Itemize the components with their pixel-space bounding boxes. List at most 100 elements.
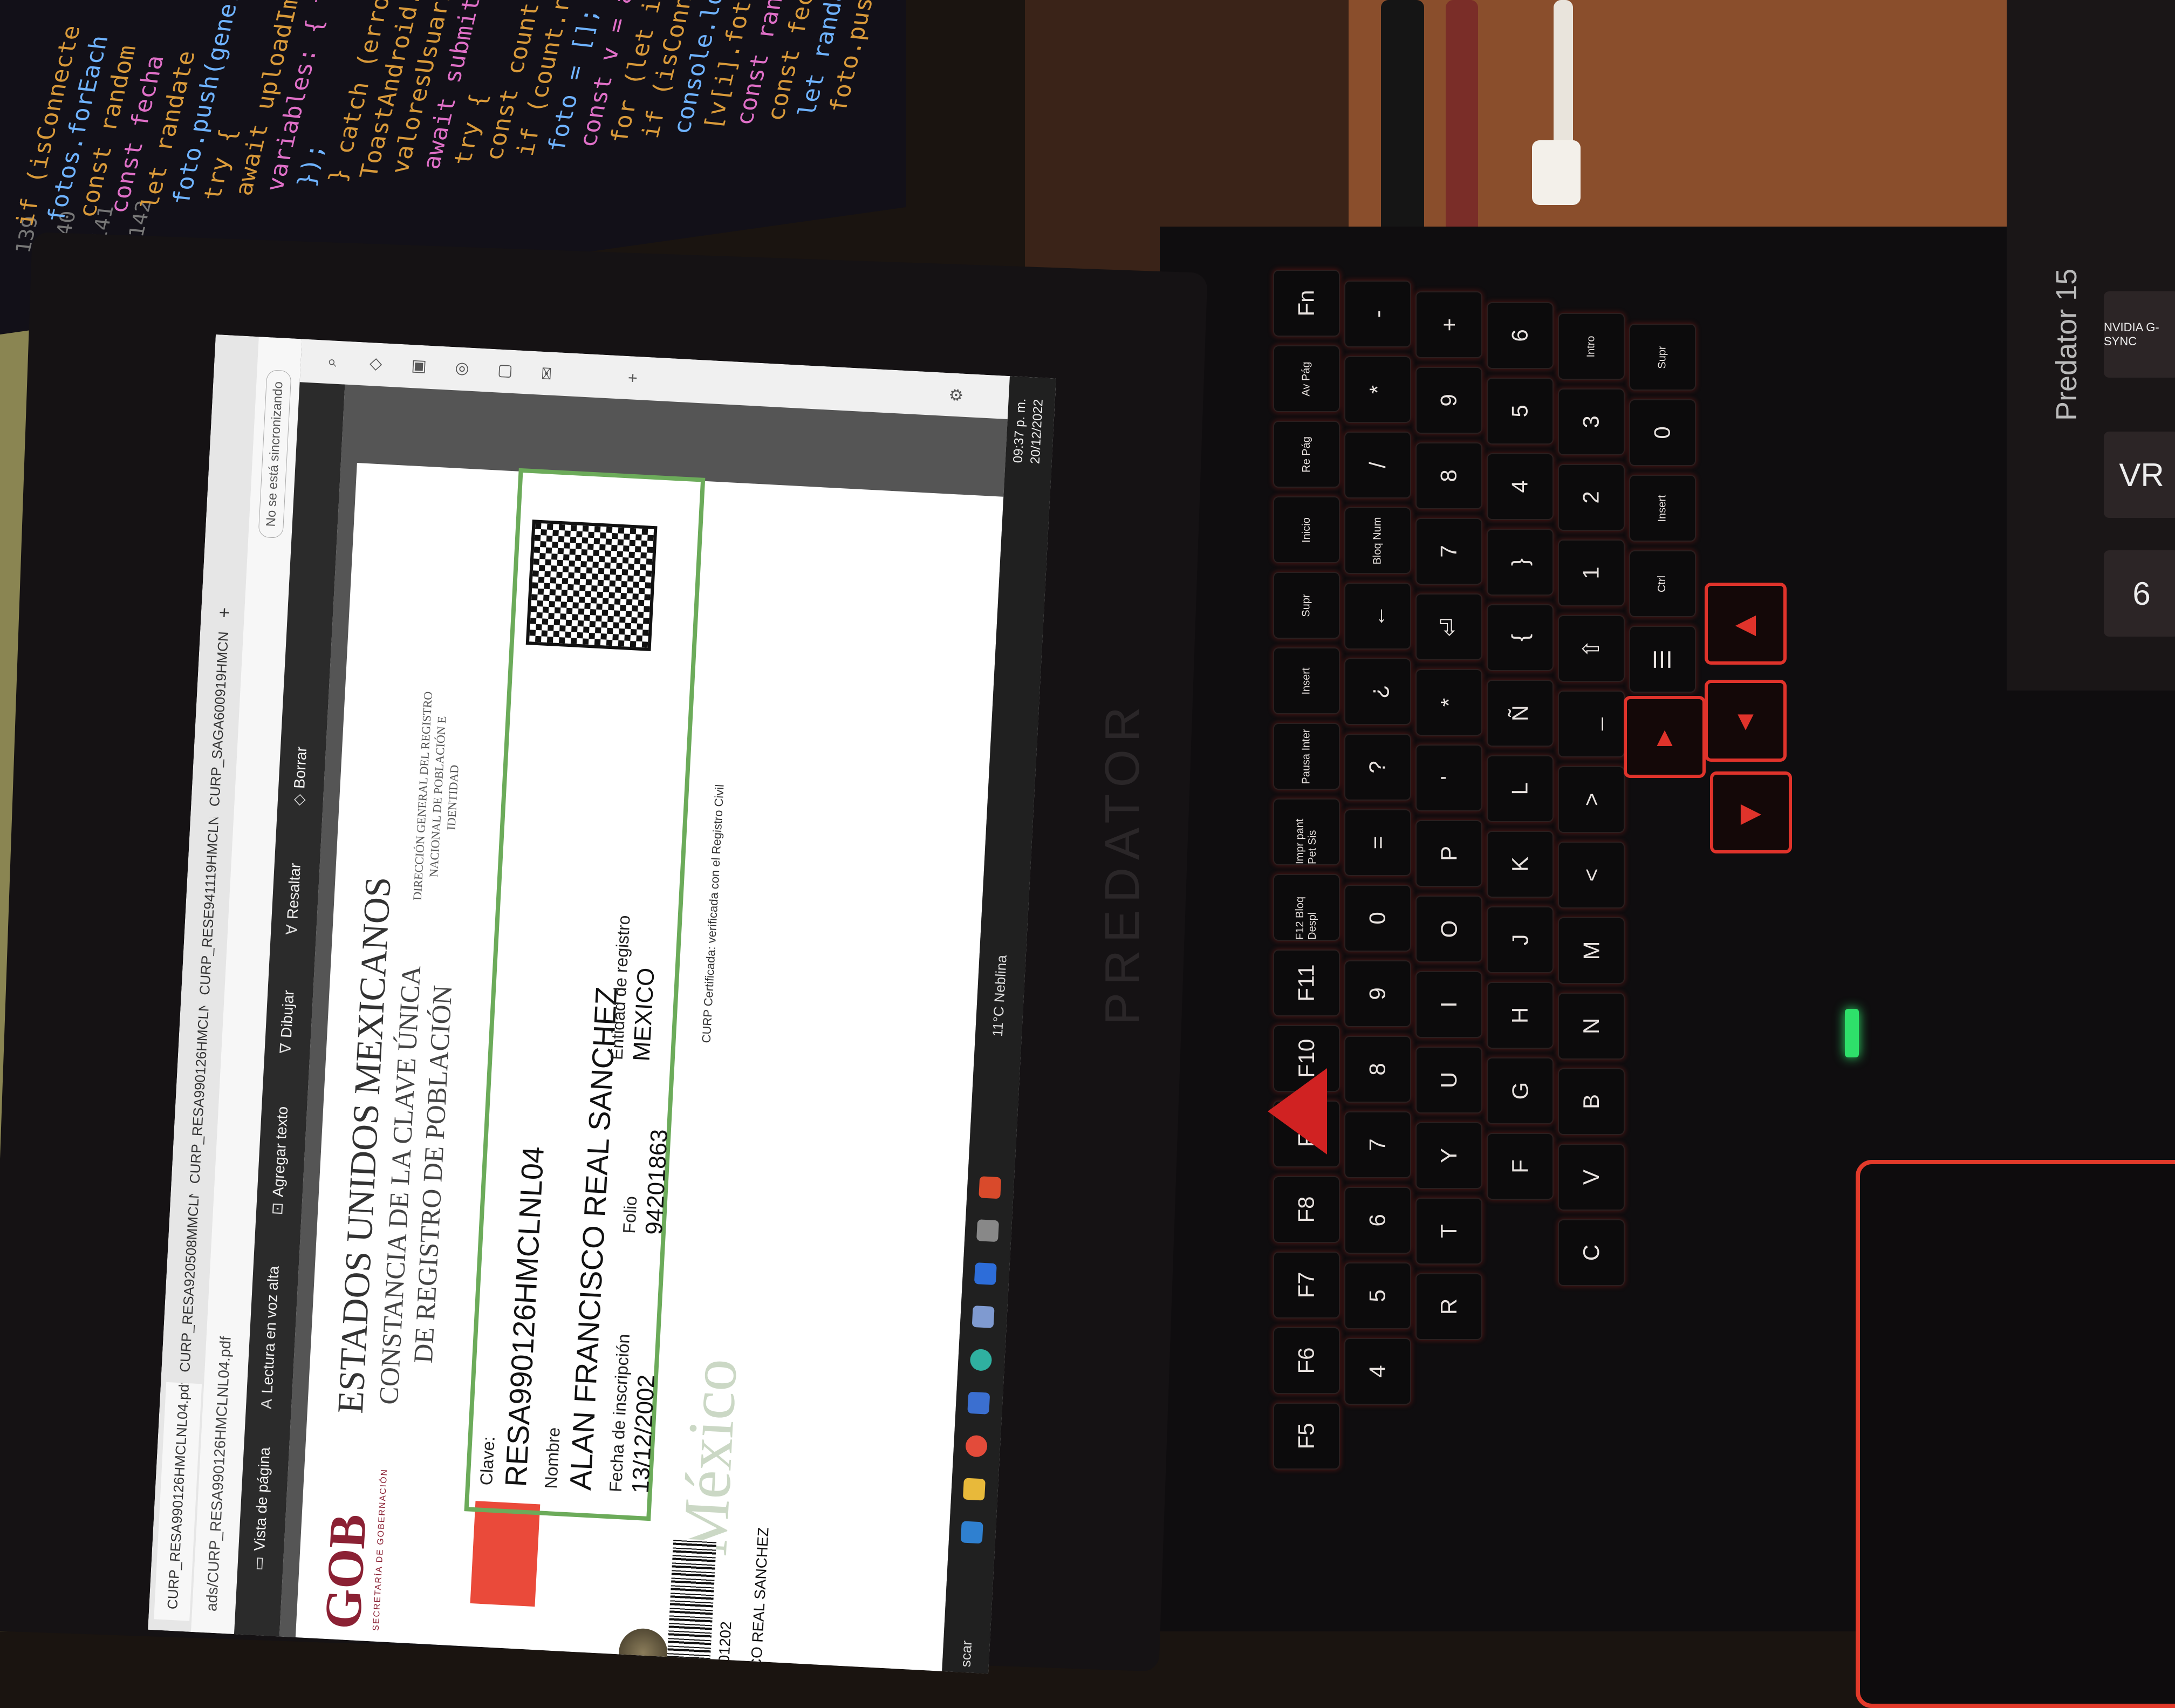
keyboard-key[interactable]: < (1558, 842, 1625, 908)
keyboard-key[interactable]: Supr (1629, 324, 1696, 391)
keyboard-key[interactable]: 6 (1487, 302, 1554, 369)
app-icon-2[interactable] (976, 1219, 1000, 1242)
keyboard-key[interactable]: ⇧ (1558, 615, 1625, 682)
keyboard-key[interactable]: Impr pant Pet Sis (1273, 798, 1340, 865)
keyboard-key[interactable]: * (1344, 356, 1411, 423)
azure-icon[interactable] (967, 1391, 990, 1415)
keyboard-key[interactable]: ' (1415, 744, 1482, 811)
keyboard-key[interactable]: Av Pág (1273, 345, 1340, 412)
keyboard-key[interactable]: 8 (1344, 1036, 1411, 1103)
keyboard-key[interactable]: 0 (1629, 399, 1696, 466)
settings-icon[interactable]: ⚙ (947, 385, 967, 405)
chrome-icon[interactable] (965, 1434, 988, 1458)
keyboard-key[interactable]: Intro (1558, 313, 1625, 380)
keyboard-key[interactable]: ¿ (1344, 658, 1411, 725)
keyboard-key[interactable]: Inicio (1273, 496, 1340, 563)
keyboard-key[interactable]: > (1558, 766, 1625, 833)
keyboard-key[interactable]: F5 (1273, 1403, 1340, 1470)
keyboard-key[interactable]: M (1558, 917, 1625, 984)
keyboard-key[interactable]: Y (1415, 1122, 1482, 1189)
keyboard-key[interactable]: Insert (1629, 475, 1696, 542)
tag-icon[interactable]: ◇ (365, 354, 386, 375)
keyboard-key[interactable]: C (1558, 1219, 1625, 1286)
url-field[interactable]: ads/CURP_RESA990126HMCLNL04.pdf (203, 1336, 235, 1611)
keyboard-key[interactable]: N (1558, 993, 1625, 1060)
keyboard-key[interactable]: 9 (1415, 367, 1482, 434)
keyboard-key[interactable]: 4 (1487, 453, 1554, 520)
keyboard-key[interactable]: * (1415, 669, 1482, 736)
keyboard-key[interactable]: 0 (1344, 885, 1411, 952)
keyboard-key[interactable]: Fn (1273, 270, 1340, 337)
keyboard-key[interactable]: 7 (1344, 1111, 1411, 1178)
keyboard-key[interactable]: B (1558, 1068, 1625, 1135)
keyboard-key[interactable]: 5 (1487, 378, 1554, 445)
sync-status-button[interactable]: No se está sincronizando (258, 370, 292, 539)
add-icon[interactable]: + (624, 368, 644, 388)
keyboard-key[interactable]: ⏎ (1415, 593, 1482, 660)
keyboard-key[interactable]: L (1487, 755, 1554, 822)
file-explorer-icon[interactable] (962, 1478, 986, 1501)
keyboard-key[interactable]: Ñ (1487, 680, 1554, 747)
keyboard-key[interactable]: G (1487, 1057, 1554, 1124)
keyboard-key[interactable]: 6 (1344, 1187, 1411, 1254)
read-aloud-button[interactable]: A Lectura en voz alta (258, 1266, 283, 1410)
keyboard-key[interactable]: 9 (1344, 960, 1411, 1027)
keyboard-key[interactable]: ☰ (1629, 626, 1696, 693)
keyboard-key[interactable]: F (1487, 1133, 1554, 1200)
briefcase-icon[interactable]: ▣ (408, 357, 428, 377)
app-icon[interactable] (972, 1305, 995, 1328)
arrow-left-key[interactable]: ◀ (1705, 583, 1787, 665)
arrow-down-key[interactable]: ▼ (1705, 680, 1787, 762)
keyboard-key[interactable]: 8 (1415, 442, 1482, 509)
keyboard-key[interactable]: I (1415, 971, 1482, 1038)
arrow-up-key[interactable]: ▲ (1624, 696, 1706, 778)
keyboard-key[interactable]: } (1487, 529, 1554, 596)
keyboard-key[interactable]: R (1415, 1273, 1482, 1340)
keyboard-key[interactable]: Re Pág (1273, 421, 1340, 488)
terminal-icon[interactable] (974, 1262, 997, 1286)
weather-widget[interactable]: 11°C Neblina (989, 954, 1010, 1037)
keyboard-key[interactable]: Insert (1273, 647, 1340, 714)
draw-button[interactable]: ∇ Dibujar (276, 989, 297, 1054)
touchpad[interactable] (1856, 1160, 2175, 1708)
app-icon-3[interactable] (979, 1176, 1002, 1199)
clock[interactable]: 09:37 p. m. 20/12/2022 (1010, 398, 1048, 464)
keyboard-key[interactable]: 5 (1344, 1262, 1411, 1329)
outlook-icon[interactable]: ✉ (537, 363, 558, 384)
keyboard-key[interactable]: _ (1558, 691, 1625, 757)
keyboard-key[interactable]: 1 (1558, 539, 1625, 606)
keyboard-key[interactable]: Pausa Inter (1273, 723, 1340, 790)
keyboard-key[interactable]: H (1487, 982, 1554, 1049)
keyboard-key[interactable]: ? (1344, 734, 1411, 801)
highlight-button[interactable]: ∀ Resaltar (283, 863, 304, 935)
taskbar-search[interactable]: scar (957, 1640, 976, 1668)
keyboard-key[interactable]: 2 (1558, 464, 1625, 531)
new-tab-button[interactable]: + (206, 584, 244, 630)
keyboard-key[interactable]: K (1487, 831, 1554, 898)
keyboard-key[interactable]: / (1344, 432, 1411, 498)
keyboard-key[interactable]: O (1415, 896, 1482, 962)
keyboard-key[interactable]: J (1487, 906, 1554, 973)
keyboard-key[interactable]: + (1415, 291, 1482, 358)
keyboard-key[interactable]: Bloq Num (1344, 507, 1411, 574)
predator-power-logo[interactable] (1268, 1068, 1327, 1154)
office-icon[interactable]: ▢ (494, 361, 515, 381)
keyboard-key[interactable]: 4 (1344, 1338, 1411, 1405)
keyboard-key[interactable]: F6 (1273, 1327, 1340, 1394)
add-text-button[interactable]: ⊡ Agregar texto (268, 1106, 292, 1215)
keyboard-key[interactable]: U (1415, 1047, 1482, 1113)
erase-button[interactable]: ◇ Borrar (290, 746, 311, 806)
keyboard-key[interactable]: Ctrl (1629, 550, 1696, 617)
edge-icon[interactable] (969, 1348, 993, 1371)
keyboard-key[interactable]: = (1344, 809, 1411, 876)
games-icon[interactable]: ◎ (451, 359, 471, 379)
keyboard-key[interactable]: F11 (1273, 949, 1340, 1016)
arrow-right-key[interactable]: ▶ (1710, 771, 1792, 853)
vscode-icon[interactable] (960, 1521, 983, 1544)
keyboard-key[interactable]: { (1487, 604, 1554, 671)
keyboard-key[interactable]: F7 (1273, 1252, 1340, 1318)
keyboard-key[interactable]: 7 (1415, 518, 1482, 585)
keyboard-key[interactable]: V (1558, 1144, 1625, 1211)
keyboard-key[interactable]: 3 (1558, 388, 1625, 455)
keyboard-key[interactable]: T (1415, 1198, 1482, 1265)
